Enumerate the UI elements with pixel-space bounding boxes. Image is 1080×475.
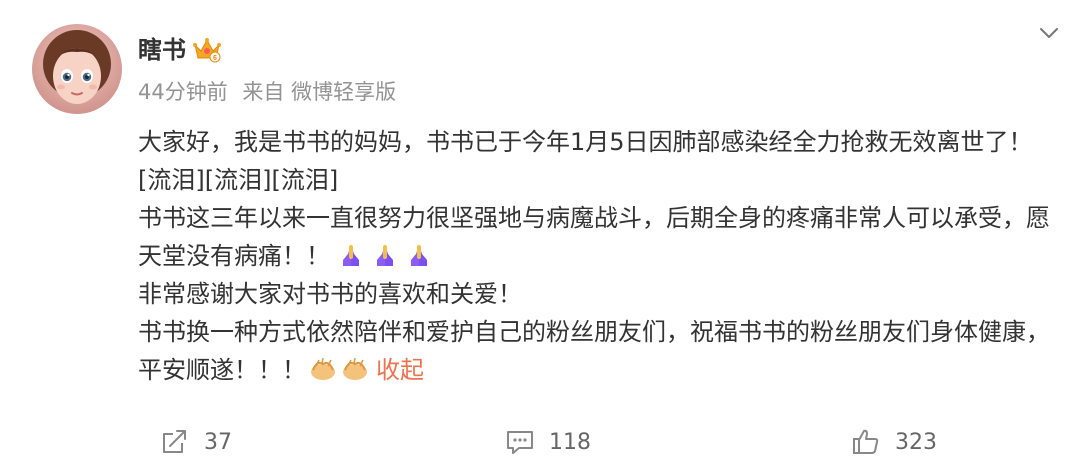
post-time[interactable]: 44分钟前 [138,80,228,104]
post-paragraph-2-text: 书书这三年以来一直很努力很坚强地与病魔战斗，后期全身的疼痛非常人可以承受，愿天堂… [138,204,1050,270]
post-source[interactable]: 来自 微博轻享版 [242,80,396,104]
share-count: 37 [204,429,232,455]
share-button[interactable]: 37 [160,424,232,460]
post-paragraph-3: 非常感谢大家对书书的喜欢和关爱！ [138,280,522,308]
clapping-hands-emoji-icon [340,355,370,381]
post-meta: 44分钟前 来自 微博轻享版 [138,77,404,107]
vip-crown-icon[interactable]: 6 [192,36,222,64]
collapse-link[interactable]: 收起 [376,356,424,384]
comment-icon [507,431,533,454]
share-icon [163,430,186,453]
clapping-hands-emoji-icon [308,355,338,381]
post-paragraph-4: 书书换一种方式依然陪伴和爱护自己的粉丝朋友们，祝福书书的粉丝朋友们身体健康，平安… [138,313,1058,389]
folded-hands-emoji-icon [338,241,364,267]
author-name[interactable]: 瞎书 [138,33,186,67]
post-paragraph-1: 大家好，我是书书的妈妈，书书已于今年1月5日因肺部感染经全力抢救无效离世了！[流… [138,128,1033,194]
comment-count: 118 [549,429,591,455]
chevron-down-icon[interactable] [1036,20,1062,46]
post-content: 大家好，我是书书的妈妈，书书已于今年1月5日因肺部感染经全力抢救无效离世了！[流… [138,123,1058,389]
comment-button[interactable]: 118 [505,424,591,460]
weibo-post-card: 瞎书 6 44分钟前 来自 微博轻享版 大家好，我是书书的妈妈，书书已于今年1月… [0,0,1080,475]
post-paragraph-4-text: 书书换一种方式依然陪伴和爱护自己的粉丝朋友们，祝福书书的粉丝朋友们身体健康，平安… [138,318,1050,384]
avatar[interactable] [32,24,122,114]
post-paragraph-2: 书书这三年以来一直很努力很坚强地与病魔战斗，后期全身的疼痛非常人可以承受，愿天堂… [138,199,1058,275]
thumbs-up-icon [853,429,879,454]
svg-text:6: 6 [213,55,217,62]
folded-hands-emoji-icon [372,241,398,267]
like-count: 323 [895,429,937,455]
like-button[interactable]: 323 [851,424,937,460]
folded-hands-emoji-icon [406,241,432,267]
avatar-image [32,24,122,114]
